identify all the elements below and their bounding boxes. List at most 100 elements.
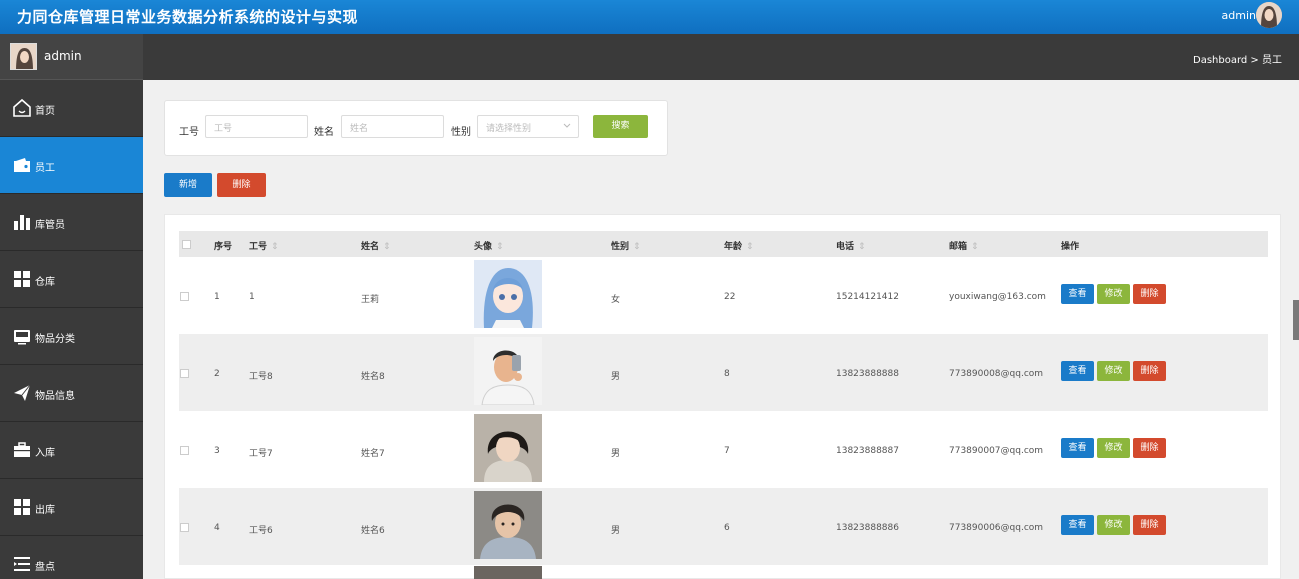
list-icon — [14, 557, 30, 571]
col-seq: 序号 — [214, 242, 233, 252]
select-all-checkbox[interactable] — [182, 240, 191, 249]
view-button[interactable]: 查看 — [1061, 515, 1094, 535]
table-row: 4 工号6 姓名6 男 6 13823888886 773890006@qq.c… — [179, 488, 1268, 565]
bulk-delete-button[interactable]: 删除 — [217, 173, 266, 197]
sidebar-avatar — [10, 43, 37, 70]
sidebar-item-label: 物品分类 — [35, 334, 75, 345]
delete-button[interactable]: 删除 — [1133, 438, 1166, 458]
sidebar-item-warehouse[interactable]: 仓库 — [0, 251, 143, 308]
gender-select[interactable]: 请选择性别 — [477, 115, 579, 138]
col-gender-label: 性别 — [611, 242, 630, 252]
home-icon — [13, 98, 31, 117]
col-gender[interactable]: 性别 ⇕ — [611, 239, 641, 252]
col-email[interactable]: 邮箱 ⇕ — [949, 239, 979, 252]
col-job-label: 工号 — [249, 242, 268, 252]
col-phone-label: 电话 — [836, 242, 855, 252]
sidebar-item-inventory[interactable]: 盘点 — [0, 536, 143, 579]
cell-phone: 13823888886 — [836, 523, 899, 533]
view-button[interactable]: 查看 — [1061, 361, 1094, 381]
cell-phone: 13823888888 — [836, 369, 899, 379]
breadcrumb[interactable]: Dashboard > 员工 — [1193, 51, 1282, 66]
col-ops: 操作 — [1061, 242, 1080, 252]
sidebar-item-home[interactable]: 首页 — [0, 80, 143, 137]
table-row: 2 工号8 姓名8 男 8 13823888888 773890008@qq.c… — [179, 334, 1268, 411]
cell-age: 7 — [724, 446, 730, 456]
sidebar-item-keeper[interactable]: 库管员 — [0, 194, 143, 251]
avatar — [474, 414, 542, 482]
sort-icon[interactable]: ⇕ — [496, 242, 504, 252]
sidebar-item-label: 库管员 — [35, 220, 65, 231]
col-age[interactable]: 年龄 ⇕ — [724, 239, 754, 252]
col-age-label: 年龄 — [724, 242, 743, 252]
col-phone[interactable]: 电话 ⇕ — [836, 239, 866, 252]
sidebar-item-outbound[interactable]: 出库 — [0, 479, 143, 536]
row-checkbox[interactable] — [180, 523, 189, 532]
table-row: 1 1 王莉 女 22 15214121412 youxiwang@163.co… — [179, 257, 1268, 334]
sidebar-item-label: 出库 — [35, 505, 55, 516]
edit-button[interactable]: 修改 — [1097, 361, 1130, 381]
bar-chart-icon — [14, 215, 30, 230]
avatar — [474, 566, 542, 579]
edit-button[interactable]: 修改 — [1097, 515, 1130, 535]
row-checkbox[interactable] — [180, 292, 189, 301]
grid-icon — [14, 271, 30, 287]
table-header: 序号 工号 ⇕ 姓名 ⇕ 头像 ⇕ 性别 ⇕ 年龄 ⇕ 电话 ⇕ 邮箱 ⇕ 操作 — [179, 231, 1268, 257]
send-icon — [14, 384, 31, 401]
cell-job: 工号7 — [249, 449, 273, 459]
sidebar: admin 首页 员工 库管员 仓库 物品分类 物品信息 入库 出库 盘点 — [0, 34, 143, 579]
wallet-icon — [14, 158, 30, 172]
add-button[interactable]: 新增 — [164, 173, 212, 197]
chevron-down-icon — [563, 123, 571, 128]
sidebar-item-category[interactable]: 物品分类 — [0, 308, 143, 365]
gender-label: 性别 — [451, 127, 471, 138]
edit-button[interactable]: 修改 — [1097, 438, 1130, 458]
sort-icon[interactable]: ⇕ — [971, 242, 979, 252]
delete-button[interactable]: 删除 — [1133, 361, 1166, 381]
row-checkbox[interactable] — [180, 446, 189, 455]
sort-icon[interactable]: ⇕ — [746, 242, 754, 252]
sort-icon[interactable]: ⇕ — [383, 242, 391, 252]
cell-gender: 男 — [611, 526, 621, 536]
delete-button[interactable]: 删除 — [1133, 515, 1166, 535]
sidebar-item-label: 物品信息 — [35, 391, 75, 402]
page-scrollbar[interactable] — [1293, 300, 1299, 340]
sidebar-item-staff[interactable]: 员工 — [0, 137, 143, 194]
gender-select-value: 请选择性别 — [486, 124, 532, 134]
cell-phone: 15214121412 — [836, 292, 899, 302]
cell-name: 姓名8 — [361, 372, 385, 382]
sort-icon[interactable]: ⇕ — [858, 242, 866, 252]
col-email-label: 邮箱 — [949, 242, 968, 252]
view-button[interactable]: 查看 — [1061, 284, 1094, 304]
cell-gender: 男 — [611, 449, 621, 459]
top-bar: 力同仓库管理日常业务数据分析系统的设计与实现 admin — [0, 0, 1299, 34]
sort-icon[interactable]: ⇕ — [271, 242, 279, 252]
sidebar-item-inbound[interactable]: 入库 — [0, 422, 143, 479]
job-input[interactable]: 工号 — [205, 115, 308, 138]
search-button[interactable]: 搜索 — [593, 115, 648, 138]
avatar — [474, 260, 542, 328]
col-photo[interactable]: 头像 ⇕ — [474, 239, 504, 252]
delete-button[interactable]: 删除 — [1133, 284, 1166, 304]
avatar — [474, 491, 542, 559]
table-row: 3 工号7 姓名7 男 7 13823888887 773890007@qq.c… — [179, 411, 1268, 488]
cell-email: youxiwang@163.com — [949, 292, 1046, 302]
cell-job: 工号8 — [249, 372, 273, 382]
cell-seq: 2 — [214, 369, 220, 379]
avatar — [474, 337, 542, 405]
top-avatar[interactable] — [1256, 2, 1282, 28]
sidebar-item-label: 入库 — [35, 448, 55, 459]
cell-job: 1 — [249, 292, 255, 302]
cell-email: 773890008@qq.com — [949, 369, 1044, 379]
top-username[interactable]: admin — [1222, 9, 1256, 22]
view-button[interactable]: 查看 — [1061, 438, 1094, 458]
sidebar-item-label: 首页 — [35, 106, 55, 117]
name-input[interactable]: 姓名 — [341, 115, 444, 138]
edit-button[interactable]: 修改 — [1097, 284, 1130, 304]
briefcase-icon — [14, 442, 30, 457]
row-checkbox[interactable] — [180, 369, 189, 378]
sort-icon[interactable]: ⇕ — [633, 242, 641, 252]
col-name[interactable]: 姓名 ⇕ — [361, 239, 391, 252]
cell-age: 6 — [724, 523, 730, 533]
sidebar-item-goods[interactable]: 物品信息 — [0, 365, 143, 422]
col-job[interactable]: 工号 ⇕ — [249, 239, 279, 252]
